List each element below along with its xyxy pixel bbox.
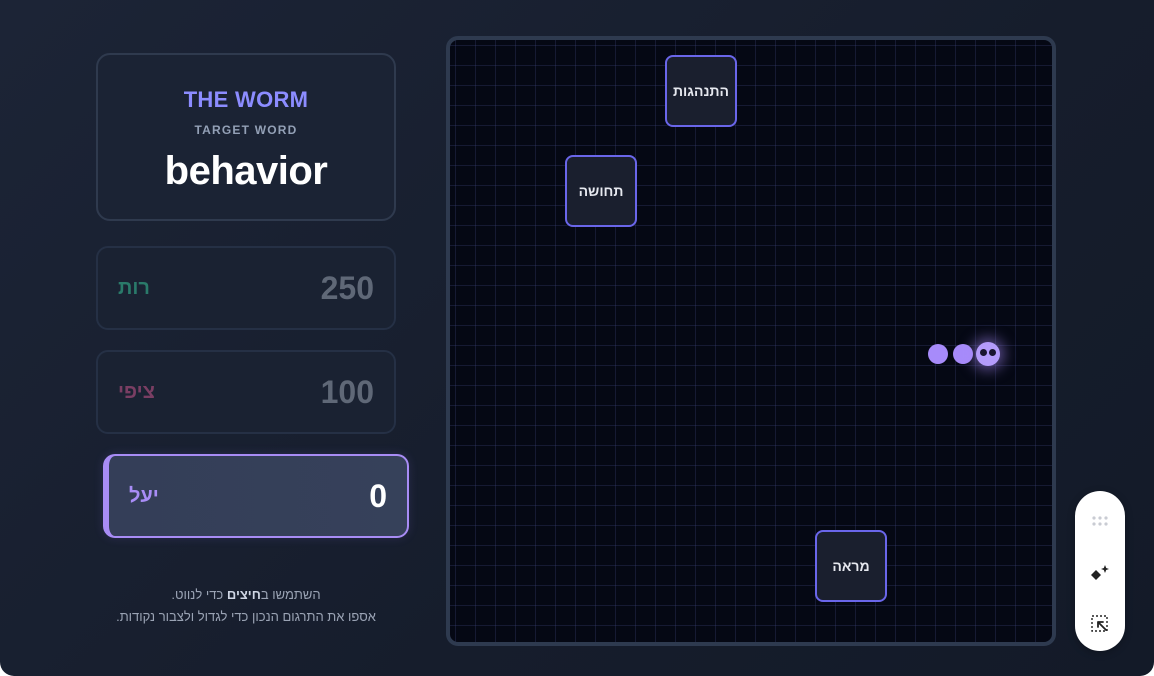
player-card-yael-active: יעל 0 [103,454,409,538]
word-tile: מראה [815,530,887,602]
player-score: 250 [320,269,374,306]
player-card-rut: רות 250 [96,246,396,330]
player-score: 0 [369,477,387,514]
worm-eye [980,349,987,356]
floating-toolbar [1075,491,1125,651]
worm-head [976,342,1000,366]
instructions-line-1: השתמשו בחיצים כדי לנווט. [171,587,321,602]
drag-handle-icon[interactable] [1088,509,1112,533]
worm-eye [989,349,996,356]
game-board[interactable]: התנהגות תחושה מראה [446,36,1056,646]
target-word-label: TARGET WORD [194,123,298,137]
game-title: THE WORM [183,87,309,112]
worm-body-segment [928,344,948,364]
word-tile: תחושה [565,155,637,227]
player-name: ציפי [118,380,155,403]
game-window: THE WORM TARGET WORD behavior רות 250 צי… [0,0,1154,676]
player-name: יעל [129,484,159,507]
target-word: behavior [164,149,328,193]
instructions: השתמשו בחיצים כדי לנווט. אספו את התרגום … [96,584,396,628]
player-card-tzipi: ציפי 100 [96,350,396,434]
sparkle-edit-icon[interactable] [1088,561,1112,585]
select-element-icon[interactable] [1088,612,1112,636]
title-card: THE WORM TARGET WORD behavior [96,53,396,221]
player-name: רות [118,276,150,299]
worm-body-segment [953,344,973,364]
instructions-line-2: אספו את התרגום הנכון כדי לגדול ולצבור נק… [116,609,376,624]
word-tile: התנהגות [665,55,737,127]
player-score: 100 [320,373,374,410]
